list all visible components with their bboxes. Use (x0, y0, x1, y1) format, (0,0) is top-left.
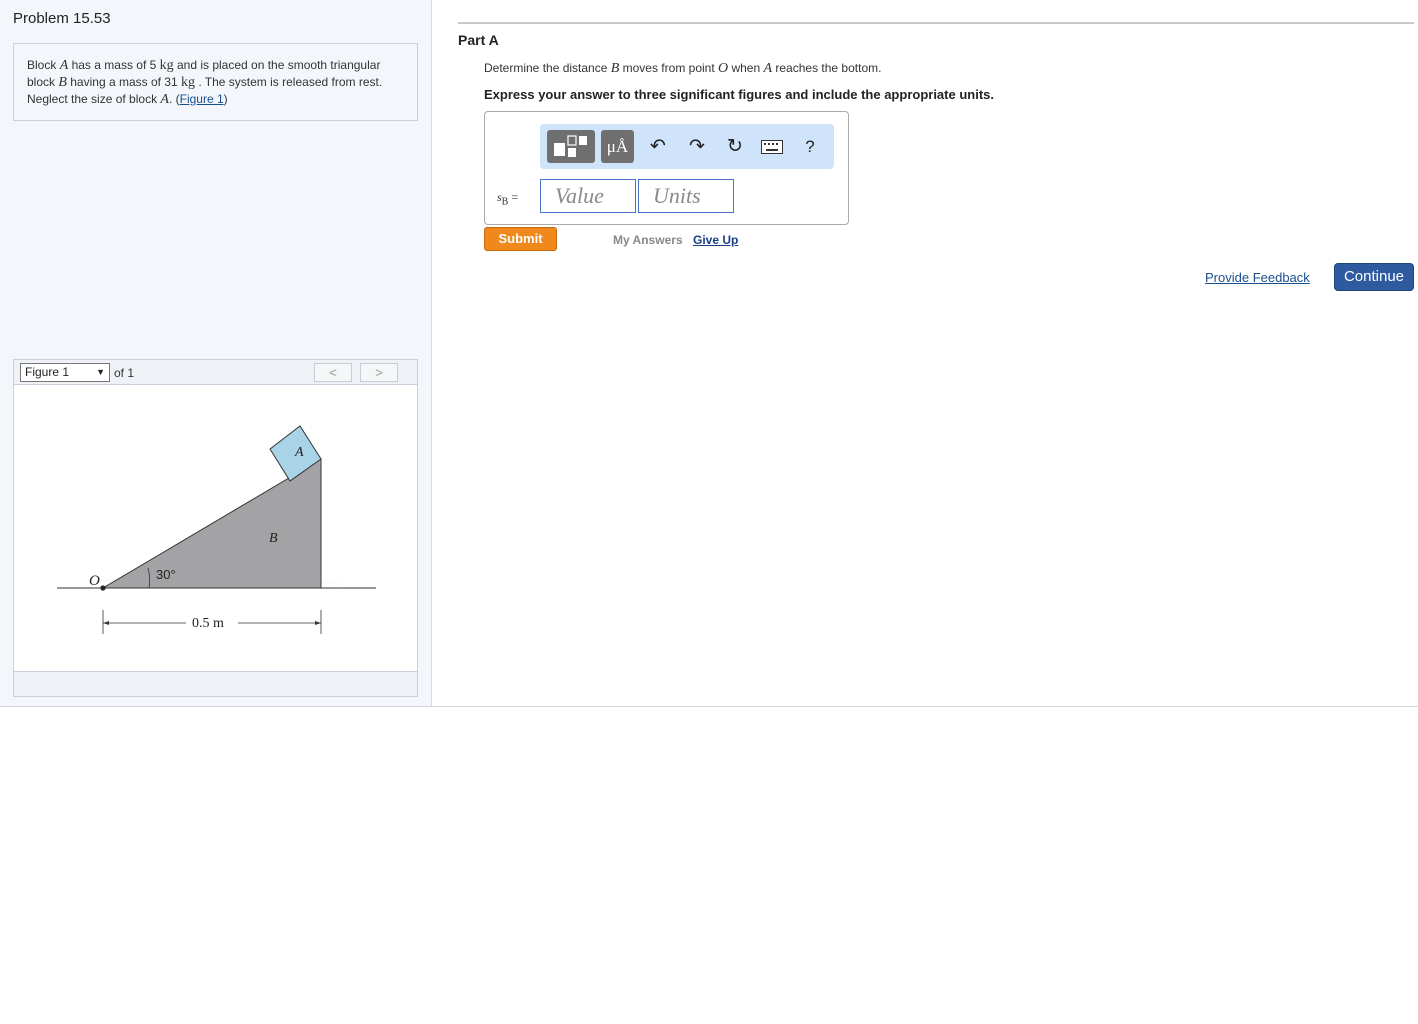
templates-button[interactable] (547, 130, 595, 163)
text: having a mass of 31 (66, 75, 181, 89)
text: moves from point (619, 61, 718, 75)
answer-label-eq: = (508, 190, 519, 204)
distance-label: 0.5 m (192, 616, 224, 631)
text: . ( (168, 92, 180, 106)
answer-label: sB = (497, 190, 518, 207)
dimension-arrow-left (103, 621, 109, 625)
unit-kg: kg (181, 75, 195, 90)
var-a: A (59, 58, 69, 73)
var-b: B (58, 75, 67, 90)
undo-icon[interactable]: ↶ (644, 134, 672, 160)
block-a-label: A (294, 445, 304, 460)
block-b-label: B (269, 531, 278, 546)
point-o (100, 585, 106, 591)
redo-icon[interactable]: ↷ (683, 134, 711, 160)
angle-label: 30° (156, 567, 176, 582)
my-answers-label: My Answers (613, 233, 683, 247)
var-b: B (610, 61, 620, 76)
prev-figure-button[interactable]: < (314, 363, 352, 382)
continue-button[interactable]: Continue (1334, 263, 1414, 291)
value-input[interactable]: Value (540, 179, 636, 213)
templates-icon (554, 135, 587, 157)
page-divider (0, 706, 1418, 707)
submit-button[interactable]: Submit (484, 227, 557, 251)
figure-diagram: A B O 30° 0.5 m (57, 425, 376, 634)
reset-icon[interactable]: ↻ (721, 134, 749, 160)
part-divider (458, 22, 1414, 24)
var-a: A (160, 92, 169, 107)
figure-footer (14, 671, 417, 696)
figure-toolbar: Figure 1 ▼ of 1 < > (14, 360, 417, 385)
keyboard-icon[interactable] (758, 134, 786, 160)
answer-box: μÅ ↶ ↷ ↻ ? sB = Value Units (484, 111, 849, 225)
math-toolbar: μÅ ↶ ↷ ↻ ? (540, 124, 834, 169)
figure-count: of 1 (114, 366, 135, 380)
question-text: Determine the distance B moves from poin… (484, 61, 881, 77)
problem-statement: Block A has a mass of 5 kg and is placed… (13, 43, 418, 121)
figure-select-value: Figure 1 (25, 365, 70, 379)
give-up-link[interactable]: Give Up (693, 233, 738, 247)
figure-select[interactable]: Figure 1 ▼ (20, 363, 110, 382)
text: when (728, 61, 764, 75)
problem-panel: Problem 15.53 Block A has a mass of 5 kg… (0, 0, 432, 706)
instructions: Express your answer to three significant… (484, 87, 994, 102)
text: Determine the distance (484, 61, 611, 75)
dimension-arrow-right (315, 621, 321, 625)
provide-feedback-link[interactable]: Provide Feedback (1205, 270, 1310, 285)
text: reaches the bottom. (772, 61, 882, 75)
part-title: Part A (458, 32, 499, 48)
next-figure-button[interactable]: > (360, 363, 398, 382)
keyboard-glyph (761, 140, 783, 154)
dropdown-arrow-icon: ▼ (96, 367, 105, 377)
point-o-label: O (89, 573, 100, 589)
var-o: O (718, 61, 729, 76)
figure-panel: Figure 1 ▼ of 1 < > A B O 30° 0.5 m (13, 359, 418, 697)
unit-kg: kg (159, 58, 174, 73)
units-button[interactable]: μÅ (601, 130, 634, 163)
figure-link[interactable]: Figure 1 (180, 92, 224, 106)
var-a: A (763, 61, 773, 76)
answer-panel: Part A Determine the distance B moves fr… (432, 0, 1418, 706)
text: ) (223, 92, 228, 106)
problem-title: Problem 15.53 (13, 10, 111, 27)
text: Block (27, 58, 60, 72)
units-input[interactable]: Units (638, 179, 734, 213)
help-icon[interactable]: ? (796, 134, 824, 160)
text: has a mass of 5 (68, 58, 160, 72)
